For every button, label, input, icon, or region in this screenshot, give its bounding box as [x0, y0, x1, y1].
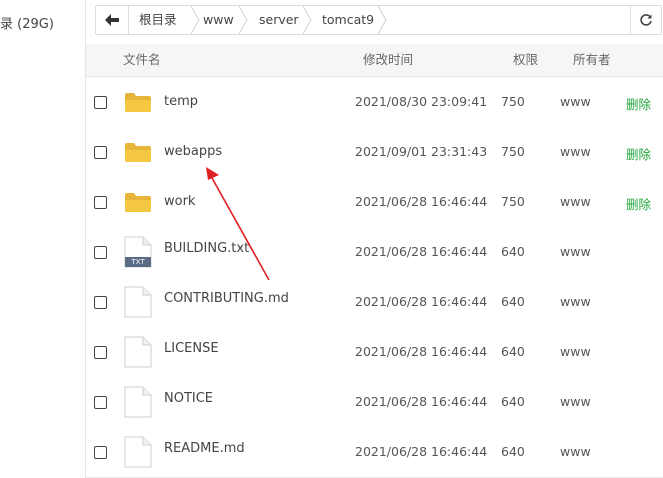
- breadcrumb-separator-icon: [238, 6, 248, 34]
- permission: 750: [501, 94, 525, 109]
- owner: www: [560, 444, 591, 459]
- row-checkbox[interactable]: [94, 346, 107, 359]
- table-row[interactable]: README.md 2021/06/28 16:46:44 640 www: [86, 427, 663, 478]
- file-name[interactable]: CONTRIBUTING.md: [164, 291, 289, 306]
- refresh-button[interactable]: [630, 6, 661, 34]
- folder-icon[interactable]: [124, 141, 152, 167]
- folder-icon[interactable]: [124, 191, 152, 217]
- row-checkbox[interactable]: [94, 196, 107, 209]
- path-navigation-bar: 根目录 www server tomcat9: [95, 5, 662, 35]
- delete-button[interactable]: 删除: [626, 194, 651, 213]
- owner: www: [560, 394, 591, 409]
- breadcrumb-root[interactable]: 根目录: [139, 6, 177, 34]
- delete-button[interactable]: 删除: [626, 144, 651, 163]
- table-row[interactable]: CONTRIBUTING.md 2021/06/28 16:46:44 640 www: [86, 277, 663, 328]
- owner: www: [560, 194, 591, 209]
- table-row[interactable]: work 2021/06/28 16:46:44 750 www 删除: [86, 177, 663, 228]
- file-name[interactable]: webapps: [164, 144, 222, 159]
- owner: www: [560, 144, 591, 159]
- file-name[interactable]: temp: [164, 94, 198, 109]
- row-checkbox[interactable]: [94, 296, 107, 309]
- txt-file-icon[interactable]: TXT: [124, 236, 152, 272]
- file-icon[interactable]: [124, 286, 152, 322]
- permission: 640: [501, 394, 525, 409]
- table-row[interactable]: temp 2021/08/30 23:09:41 750 www 删除: [86, 77, 663, 128]
- file-icon[interactable]: [124, 436, 152, 472]
- modified-time: 2021/09/01 23:31:43: [355, 144, 488, 159]
- breadcrumb-separator-icon: [190, 6, 200, 34]
- permission: 640: [501, 444, 525, 459]
- refresh-icon: [640, 14, 652, 26]
- file-name[interactable]: work: [164, 194, 195, 209]
- folder-icon[interactable]: [124, 91, 152, 117]
- modified-time: 2021/06/28 16:46:44: [355, 244, 488, 259]
- row-checkbox[interactable]: [94, 96, 107, 109]
- file-icon[interactable]: [124, 386, 152, 422]
- breadcrumb-www[interactable]: www: [203, 6, 234, 34]
- breadcrumb-separator-icon: [377, 6, 387, 34]
- file-name[interactable]: BUILDING.txt: [164, 241, 249, 256]
- modified-time: 2021/06/28 16:46:44: [355, 394, 488, 409]
- permission: 750: [501, 194, 525, 209]
- table-row[interactable]: NOTICE 2021/06/28 16:46:44 640 www: [86, 377, 663, 428]
- modified-time: 2021/06/28 16:46:44: [355, 194, 488, 209]
- breadcrumb-tomcat9[interactable]: tomcat9: [322, 6, 374, 34]
- table-row[interactable]: LICENSE 2021/06/28 16:46:44 640 www: [86, 327, 663, 378]
- owner: www: [560, 94, 591, 109]
- header-owner[interactable]: 所有者: [573, 44, 611, 76]
- row-checkbox[interactable]: [94, 146, 107, 159]
- owner: www: [560, 344, 591, 359]
- disk-label[interactable]: 录 (29G): [0, 13, 54, 32]
- table-row[interactable]: TXT BUILDING.txt 2021/06/28 16:46:44 640 www: [86, 227, 663, 278]
- header-modified-time[interactable]: 修改时间: [363, 44, 413, 76]
- back-button[interactable]: [96, 6, 129, 34]
- file-name[interactable]: LICENSE: [164, 341, 219, 356]
- breadcrumb-separator-icon: [302, 6, 312, 34]
- modified-time: 2021/06/28 16:46:44: [355, 444, 488, 459]
- file-name[interactable]: README.md: [164, 441, 245, 456]
- modified-time: 2021/06/28 16:46:44: [355, 294, 488, 309]
- row-checkbox[interactable]: [94, 396, 107, 409]
- file-icon[interactable]: [124, 336, 152, 372]
- arrow-left-icon: [105, 14, 119, 26]
- permission: 750: [501, 144, 525, 159]
- delete-button[interactable]: 删除: [626, 94, 651, 113]
- modified-time: 2021/06/28 16:46:44: [355, 344, 488, 359]
- file-table-header: 文件名 修改时间 权限 所有者: [86, 44, 663, 77]
- permission: 640: [501, 244, 525, 259]
- file-name[interactable]: NOTICE: [164, 391, 213, 406]
- owner: www: [560, 294, 591, 309]
- header-permission[interactable]: 权限: [513, 44, 538, 76]
- permission: 640: [501, 294, 525, 309]
- breadcrumb-server[interactable]: server: [259, 6, 299, 34]
- modified-time: 2021/08/30 23:09:41: [355, 94, 488, 109]
- left-panel: 录 (29G): [0, 0, 86, 478]
- header-filename[interactable]: 文件名: [123, 44, 161, 76]
- table-row[interactable]: webapps 2021/09/01 23:31:43 750 www 删除: [86, 127, 663, 178]
- owner: www: [560, 244, 591, 259]
- txt-badge-label: TXT: [131, 258, 145, 266]
- row-checkbox[interactable]: [94, 246, 107, 259]
- row-checkbox[interactable]: [94, 446, 107, 459]
- permission: 640: [501, 344, 525, 359]
